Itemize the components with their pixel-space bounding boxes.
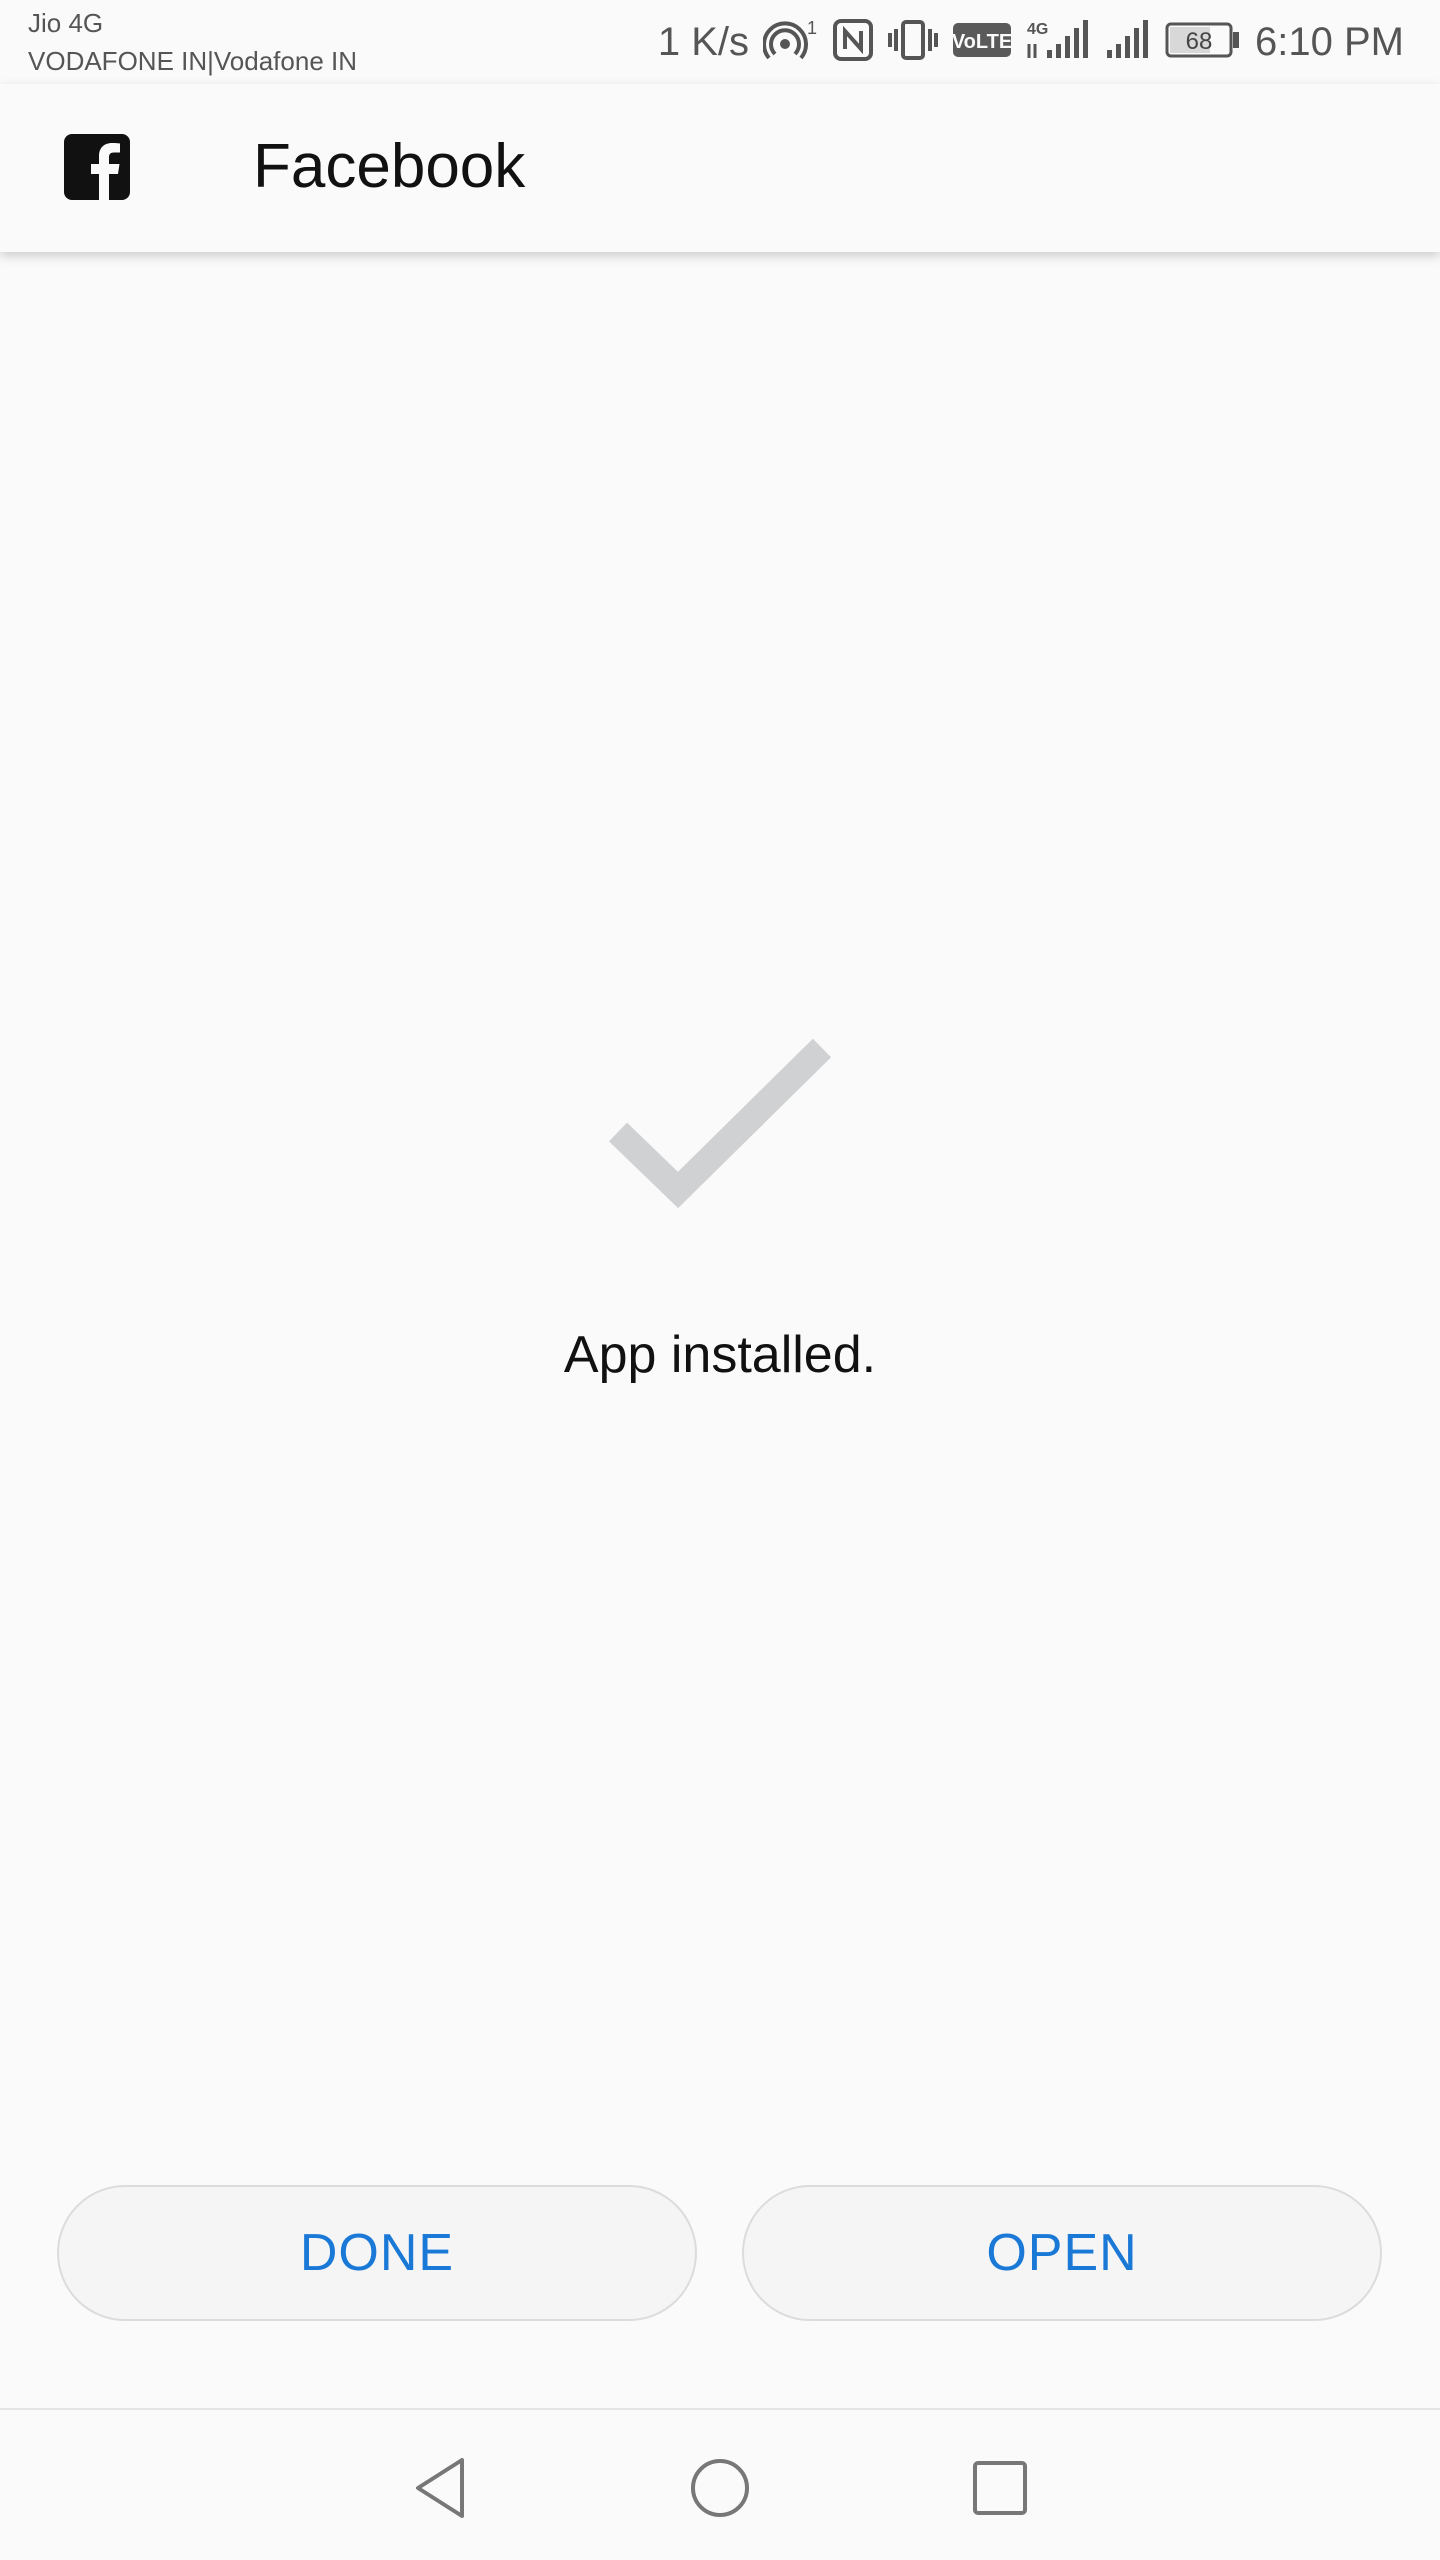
facebook-logo-icon (64, 134, 130, 200)
done-button[interactable]: DONE (57, 2185, 697, 2321)
status-icons: 1 K/s 1 VoLTE 4G 68 6:10 PM (658, 14, 1404, 70)
battery-level: 68 (1186, 28, 1213, 55)
hotspot-count: 1 (807, 18, 817, 38)
vibrate-icon (887, 19, 939, 66)
carrier-secondary: VODAFONE IN|Vodafone IN (28, 46, 357, 76)
nfc-icon (833, 18, 874, 66)
app-bar: Facebook (0, 84, 1440, 252)
status-time: 6:10 PM (1255, 19, 1404, 64)
network-speed: 1 K/s (657, 19, 750, 64)
home-circle-icon[interactable] (680, 2448, 760, 2528)
open-button[interactable]: OPEN (742, 2185, 1382, 2321)
navigation-bar (0, 2408, 1440, 2560)
volte-icon: VoLTE (952, 21, 1012, 64)
signal-4g-icon: 4G (1025, 18, 1091, 67)
hotspot-icon: 1 (762, 18, 819, 67)
volte-label: VoLTE (953, 31, 1011, 53)
data-type-label: 4G (1027, 21, 1048, 38)
app-title: Facebook (253, 132, 526, 201)
checkmark-icon (600, 1030, 840, 1220)
signal-icon (1105, 18, 1151, 67)
back-triangle-icon[interactable] (400, 2448, 480, 2528)
carrier-primary: Jio 4G (28, 8, 104, 38)
status-bar: Jio 4G VODAFONE IN|Vodafone IN 1 K/s 1 V… (0, 0, 1440, 84)
battery-icon: 68 (1165, 20, 1241, 65)
recents-square-icon[interactable] (960, 2448, 1040, 2528)
install-status-message: App installed. (563, 1326, 877, 1384)
